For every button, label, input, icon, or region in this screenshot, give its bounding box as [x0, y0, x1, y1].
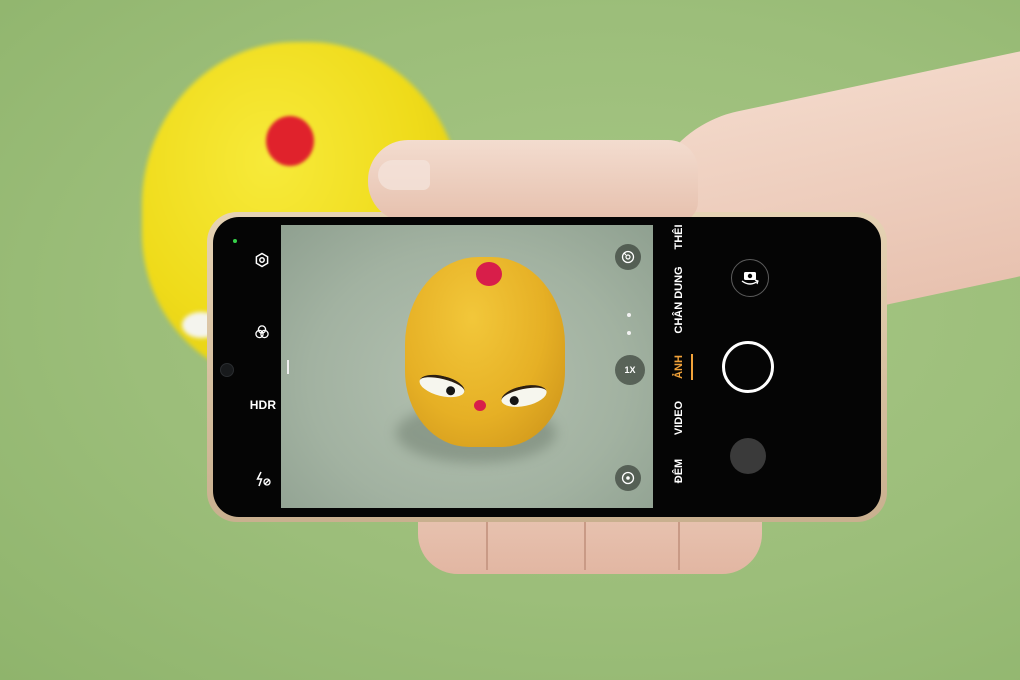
viewfinder-edge-marker: [287, 360, 289, 374]
filter-circles-icon: [255, 325, 269, 339]
zoom-label: 1X: [624, 365, 636, 375]
settings-button[interactable]: [252, 250, 272, 270]
photo-scene: HDR 1X THÊI CHÂN DUNG ẢNH VIDEO ĐÊM: [0, 0, 1020, 680]
finger-separator: [486, 520, 488, 570]
gear-icon: [255, 252, 269, 268]
hdr-label: HDR: [249, 398, 277, 412]
finger-separator: [678, 520, 680, 570]
focus-target-button[interactable]: [615, 465, 641, 491]
mode-label-4[interactable]: ĐÊM: [672, 426, 686, 516]
active-mode-indicator: [691, 354, 693, 380]
filter-button[interactable]: [252, 322, 272, 342]
focus-target-icon: [621, 471, 635, 485]
ai-scene-button[interactable]: [615, 244, 641, 270]
thumb-nail: [378, 160, 430, 190]
shutter-button[interactable]: [722, 341, 774, 393]
background-toy-red-nub: [266, 116, 314, 166]
mode-page-dot: [627, 313, 631, 317]
camera-viewfinder[interactable]: 1X: [281, 225, 653, 508]
gallery-thumbnail[interactable]: [730, 438, 766, 474]
status-indicator-dot: [233, 239, 237, 243]
front-camera-hole: [220, 363, 234, 377]
zoom-button[interactable]: 1X: [615, 355, 645, 385]
subject-nose: [474, 400, 486, 411]
camera-switch-button[interactable]: [731, 259, 769, 297]
ai-scene-icon: [621, 250, 635, 264]
flash-off-icon: [256, 471, 271, 487]
flash-button[interactable]: [252, 468, 274, 490]
camera-switch-icon: [741, 272, 759, 285]
subject-red-nub: [476, 262, 502, 286]
subject-pupil: [445, 385, 457, 397]
mode-page-dot: [627, 331, 631, 335]
hdr-toggle[interactable]: HDR: [246, 396, 280, 414]
finger-separator: [584, 520, 586, 570]
subject-pupil: [508, 395, 520, 406]
